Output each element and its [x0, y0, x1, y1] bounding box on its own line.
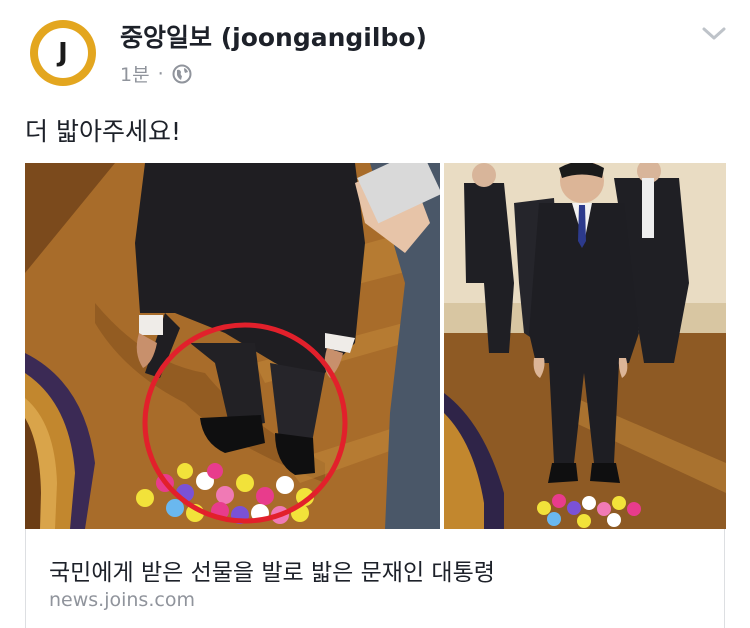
page-avatar[interactable]: J: [30, 20, 96, 86]
link-domain: news.joins.com: [49, 589, 195, 611]
post-timestamp[interactable]: 1분: [120, 60, 150, 87]
avatar-letter: J: [38, 28, 88, 78]
facebook-post: J 중앙일보 (joongangilbo) 1분 · 더 밟아주세요! 국민에게…: [0, 0, 750, 628]
page-name-link[interactable]: 중앙일보 (joongangilbo): [120, 18, 427, 54]
link-title[interactable]: 국민에게 받은 선물을 발로 밟은 문재인 대통령: [49, 553, 495, 587]
post-text: 더 밟아주세요!: [25, 117, 181, 146]
link-image-left[interactable]: [25, 163, 440, 529]
globe-icon: [172, 64, 192, 84]
link-preview-card[interactable]: 국민에게 받은 선물을 발로 밟은 문재인 대통령 news.joins.com: [25, 529, 725, 628]
chevron-down-icon[interactable]: [700, 22, 728, 44]
link-image-right[interactable]: [444, 163, 726, 529]
meta-separator: ·: [157, 62, 164, 85]
post-meta: 1분 ·: [120, 60, 192, 87]
